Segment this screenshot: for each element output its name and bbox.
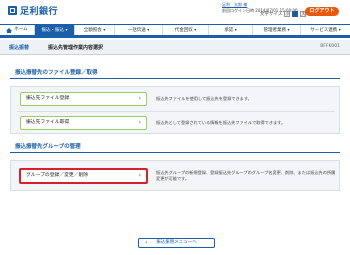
nav-item-label: 管理者業務 bbox=[263, 28, 287, 33]
bank-logo-icon bbox=[8, 6, 17, 15]
nav-item-label: 承認 bbox=[224, 28, 234, 33]
chevron-down-icon: ▾ bbox=[194, 27, 197, 32]
section-name: 振込振替 bbox=[9, 45, 30, 51]
group-manage-button[interactable]: グループの登録／変更／削除 › bbox=[19, 168, 148, 184]
home-icon bbox=[6, 27, 13, 33]
global-nav: ホーム 振込・振込 ▾ 全額照会 ▾ 一括伝送 ▾ 代金回収 ▾ 承認 ▾ 管理… bbox=[0, 24, 350, 38]
list-item: 振込先ファイル登録 › 振込先ファイルを使用して振込先を登録できます。 bbox=[11, 88, 339, 110]
chevron-right-icon: › bbox=[138, 172, 141, 179]
chevron-down-icon: ▾ bbox=[338, 27, 341, 32]
text-size-small-button[interactable]: 小 bbox=[284, 11, 291, 17]
chevron-left-icon: ‹ bbox=[145, 239, 148, 246]
register-file-label: 振込先ファイル登録 bbox=[26, 96, 70, 101]
get-file-label: 振込先ファイル取得 bbox=[26, 120, 70, 125]
nav-item-label: 全額照会 bbox=[83, 28, 102, 33]
group-section-title: 振込振替先グループの管理 bbox=[10, 142, 340, 153]
text-size-medium-button[interactable]: 中 bbox=[292, 11, 299, 17]
bank-logo[interactable]: 足利銀行 bbox=[8, 4, 58, 17]
chevron-right-icon: › bbox=[138, 119, 141, 126]
file-section-panel: 振込先ファイル登録 › 振込先ファイルを使用して振込先を登録できます。 振込先フ… bbox=[10, 86, 340, 134]
page-header: 足利銀行 足利 太郎 様 前回ログイン日時 2014/07/01 15:00:0… bbox=[0, 0, 350, 22]
chevron-right-icon: › bbox=[138, 95, 141, 102]
list-item: 振込先ファイル取得 › 振込先として登録されている情報を振込先ファイルで取得でき… bbox=[11, 112, 339, 134]
nav-item-label: 振込・振込 bbox=[41, 28, 65, 33]
bank-name: 足利銀行 bbox=[20, 7, 59, 17]
nav-home[interactable]: ホーム bbox=[0, 25, 35, 35]
chevron-down-icon: ▾ bbox=[65, 27, 68, 32]
text-size-label: 文字サイズ bbox=[260, 12, 283, 17]
register-file-button[interactable]: 振込先ファイル登録 › bbox=[20, 92, 147, 106]
group-manage-description: 振込先グループの新規登録、登録振込先グループのグループ名変更、削除、または振込先… bbox=[156, 170, 336, 181]
chevron-down-icon: ▾ bbox=[103, 27, 106, 32]
nav-item-label: サービス連携 bbox=[310, 28, 338, 33]
page-title: 振込先管理作業内容選択 bbox=[48, 45, 104, 51]
nav-item-service[interactable]: サービス連携 ▾ bbox=[301, 25, 350, 35]
group-manage-label: グループの登録／変更／削除 bbox=[26, 173, 89, 178]
nav-item-collection[interactable]: 代金回収 ▾ bbox=[163, 25, 209, 35]
nav-item-approval[interactable]: 承認 ▾ bbox=[209, 25, 253, 35]
nav-item-label: 一括伝送 bbox=[127, 28, 146, 33]
nav-home-label: ホーム bbox=[14, 27, 28, 32]
text-size-control: 文字サイズ 小 中 大 bbox=[260, 11, 307, 17]
back-to-menu-button[interactable]: ‹ 振込振替メニューへ bbox=[138, 238, 215, 248]
logout-button[interactable]: ログアウト bbox=[305, 7, 339, 16]
list-item: グループの登録／変更／削除 › 振込先グループの新規登録、登録振込先グループのグ… bbox=[11, 165, 339, 187]
page-title-bar: 振込振替 振込先管理作業内容選択 BFFK001 bbox=[0, 40, 350, 55]
nav-item-transfer[interactable]: 振込・振込 ▾ bbox=[35, 25, 75, 35]
group-section-panel: グループの登録／変更／削除 › 振込先グループの新規登録、登録振込先グループのグ… bbox=[10, 160, 340, 191]
screen-code: BFFK001 bbox=[320, 44, 340, 49]
get-file-button[interactable]: 振込先ファイル取得 › bbox=[20, 116, 147, 130]
file-section-title: 振込振替先のファイル登録／取得 bbox=[10, 68, 340, 79]
chevron-down-icon: ▾ bbox=[234, 27, 237, 32]
chevron-down-icon: ▾ bbox=[147, 27, 150, 32]
nav-item-label: 代金回収 bbox=[174, 28, 193, 33]
chevron-down-icon: ▾ bbox=[287, 27, 290, 32]
nav-item-admin[interactable]: 管理者業務 ▾ bbox=[253, 25, 301, 35]
back-to-menu-label: 振込振替メニューへ bbox=[156, 240, 197, 245]
nav-item-inquiry[interactable]: 全額照会 ▾ bbox=[75, 25, 115, 35]
get-file-description: 振込先として登録されている情報を振込先ファイルで取得できます。 bbox=[156, 120, 286, 125]
register-file-description: 振込先ファイルを使用して振込先を登録できます。 bbox=[156, 96, 252, 101]
nav-item-bulk[interactable]: 一括伝送 ▾ bbox=[115, 25, 163, 35]
